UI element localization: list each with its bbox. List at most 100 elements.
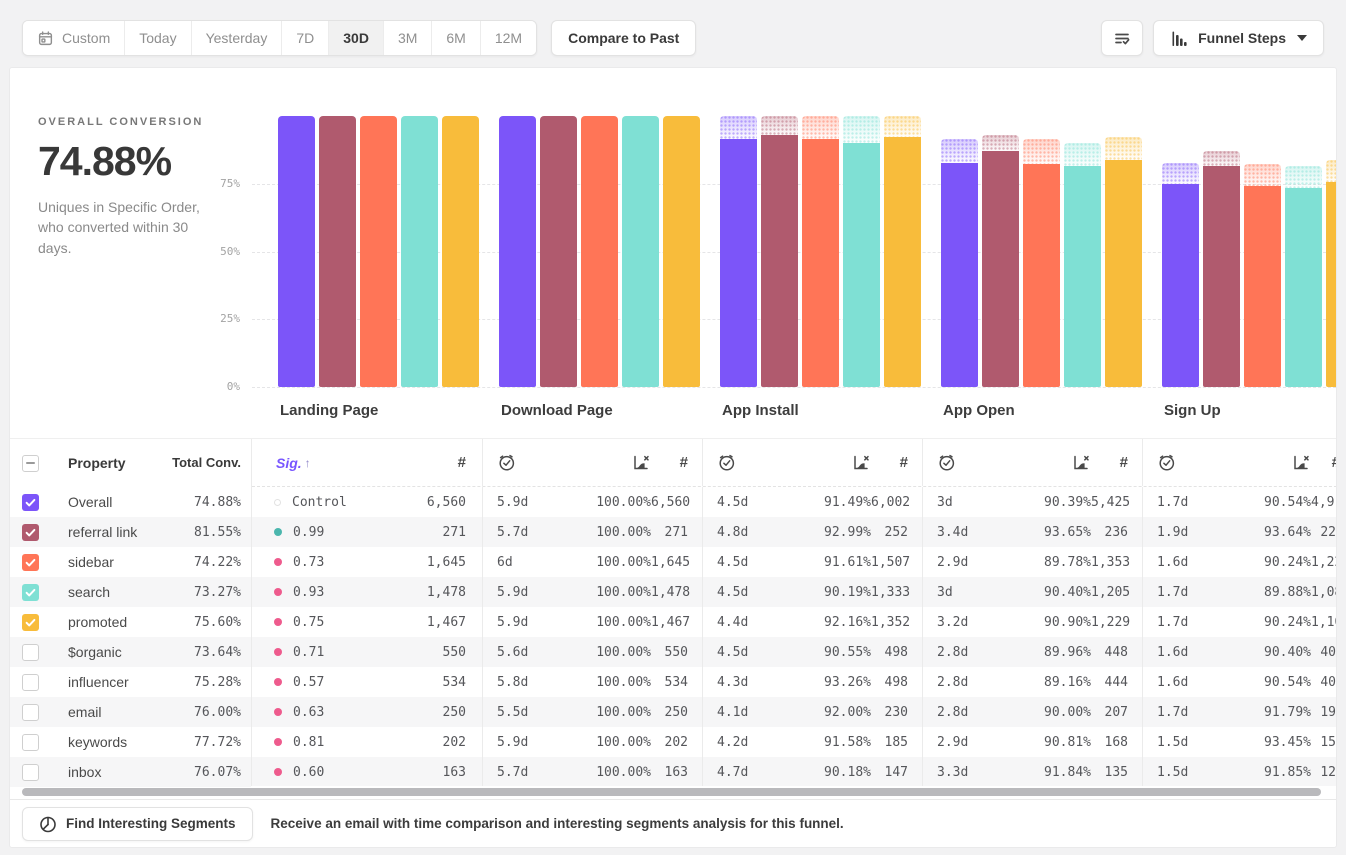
funnel-bar[interactable] [720,139,757,387]
property-row[interactable]: Overall74.88% [10,487,251,517]
sig-cell: 0.81202 [252,727,482,757]
sig-value: 0.60 [293,765,324,780]
funnel-bar[interactable] [540,116,577,387]
funnel-report-card: OVERALL CONVERSION 74.88% Uniques in Spe… [10,68,1336,847]
sig-value: Control [292,495,347,510]
property-checkbox[interactable] [22,644,39,661]
funnel-steps-dropdown[interactable]: Funnel Steps [1153,20,1324,56]
table-row[interactable]: 0.812025.9d100.00%2024.2d91.58%1852.9d90… [252,727,1336,757]
property-checkbox[interactable] [22,524,39,541]
table-row[interactable]: Control6,5605.9d100.00%6,5604.5d91.49%6,… [252,487,1336,517]
property-row[interactable]: search73.27% [10,577,251,607]
table-row[interactable]: 0.992715.7d100.00%2714.8d92.99%2523.4d93… [252,517,1336,547]
funnel-bar[interactable] [843,143,880,387]
step-header-group: # [1142,439,1336,486]
sig-cell: 0.71550 [252,637,482,667]
property-name: referral link [68,524,155,540]
horizontal-scrollbar[interactable] [10,786,1336,799]
funnel-bar[interactable] [401,116,438,387]
funnel-bar[interactable] [1023,164,1060,387]
funnel-bar[interactable] [1285,188,1322,387]
property-row[interactable]: referral link81.55% [10,517,251,547]
sig-column-header[interactable]: Sig. [276,455,302,471]
date-range-button[interactable]: 7D [281,21,328,55]
funnel-bar[interactable] [1105,160,1142,387]
table-row[interactable]: 0.731,6456d100.00%1,6454.5d91.61%1,5072.… [252,547,1336,577]
table-row[interactable]: 0.632505.5d100.00%2504.1d92.00%2302.8d90… [252,697,1336,727]
find-segments-button[interactable]: Find Interesting Segments [22,807,253,841]
property-table-header: Property Total Conv. [10,439,251,487]
funnel-bar[interactable] [319,116,356,387]
funnel-bar[interactable] [622,116,659,387]
funnel-bar[interactable] [1162,184,1199,387]
property-checkbox[interactable] [22,704,39,721]
property-checkbox[interactable] [22,614,39,631]
funnel-bar-ghost [1064,143,1101,166]
table-row[interactable]: 0.715505.6d100.00%5504.5d90.55%4982.8d89… [252,637,1336,667]
date-range-button[interactable]: 3M [383,21,431,55]
step-time: 1.7d [1157,615,1219,630]
step-conversion: 89.96% [1044,645,1091,660]
funnel-bar[interactable] [499,116,536,387]
table-row[interactable]: 0.931,4785.9d100.00%1,4784.5d90.19%1,333… [252,577,1336,607]
date-range-button[interactable]: Custom [23,21,124,55]
step-time: 5.9d [497,495,559,510]
funnel-bar[interactable] [761,135,798,387]
stopwatch-icon [717,453,779,472]
date-range-button[interactable]: 30D [328,21,383,55]
funnel-bar[interactable] [884,137,921,387]
funnel-bar[interactable] [982,151,1019,387]
date-range-button[interactable]: Yesterday [191,21,282,55]
scrollbar-thumb[interactable] [22,788,1321,796]
property-checkbox[interactable] [22,764,39,781]
funnel-bar[interactable] [1326,182,1336,387]
funnel-bar[interactable] [1203,166,1240,387]
funnel-bar[interactable] [442,116,479,387]
date-range-button[interactable]: Today [124,21,190,55]
funnel-bar[interactable] [1064,166,1101,387]
step-conversion: 90.55% [824,645,871,660]
funnel-bar[interactable] [663,116,700,387]
property-name: influencer [68,674,155,690]
property-checkbox[interactable] [22,494,39,511]
sig-dot [274,528,282,536]
property-row[interactable]: $organic73.64% [10,637,251,667]
date-range-button[interactable]: 12M [480,21,536,55]
compare-to-past-button[interactable]: Compare to Past [551,20,696,56]
property-row[interactable]: inbox76.07% [10,757,251,787]
property-row[interactable]: promoted75.60% [10,607,251,637]
property-checkbox[interactable] [22,584,39,601]
step-count: 15 [1320,735,1336,750]
funnel-bar[interactable] [581,116,618,387]
sig-dot [274,558,282,566]
find-segments-label: Find Interesting Segments [66,816,236,831]
property-checkbox[interactable] [22,554,39,571]
count-column-header: # [680,454,702,471]
annotations-button[interactable] [1101,20,1143,56]
property-row[interactable]: influencer75.28% [10,667,251,697]
select-all-checkbox[interactable] [22,455,39,472]
property-row[interactable]: email76.00% [10,697,251,727]
table-row[interactable]: 0.601635.7d100.00%1634.7d90.18%1473.3d91… [252,757,1336,786]
step-cell-group: 5.8d100.00%534 [482,667,702,697]
funnel-bar[interactable] [802,139,839,387]
date-range-button[interactable]: 6M [431,21,479,55]
property-checkbox[interactable] [22,674,39,691]
property-checkbox[interactable] [22,734,39,751]
funnel-bar[interactable] [1244,186,1281,387]
property-row[interactable]: keywords77.72% [10,727,251,757]
funnel-bar[interactable] [278,116,315,387]
step-cell-group: 4.5d90.55%498 [702,637,922,667]
funnel-bar[interactable] [360,116,397,387]
step-time: 1.5d [1157,765,1219,780]
step-count: 40 [1320,675,1336,690]
funnel-bar[interactable] [941,163,978,387]
table-row[interactable]: 0.751,4675.9d100.00%1,4674.4d92.16%1,352… [252,607,1336,637]
property-row[interactable]: sidebar74.22% [10,547,251,577]
date-range-label: 3M [398,30,417,46]
count-column-header: # [458,454,482,471]
y-axis-label: 75% [188,177,240,190]
table-row[interactable]: 0.575345.8d100.00%5344.3d93.26%4982.8d89… [252,667,1336,697]
step-time: 5.9d [497,615,559,630]
step-count: 444 [1105,675,1142,690]
